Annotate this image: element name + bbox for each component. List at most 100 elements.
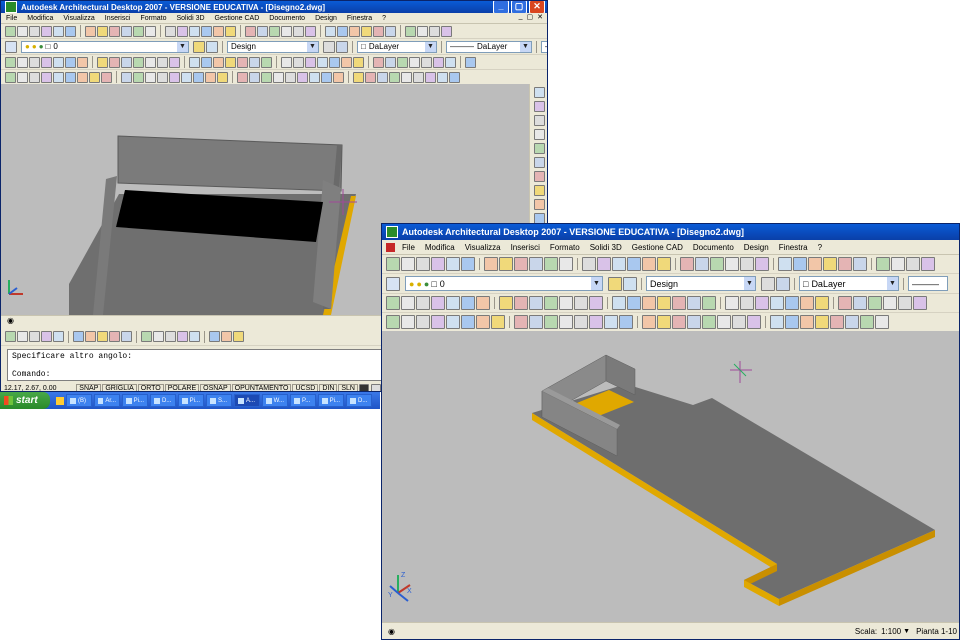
model-space-icon[interactable] [359, 384, 369, 391]
toolbar-tool-icon[interactable] [305, 56, 316, 68]
menu-visualizza[interactable]: Visualizza [58, 15, 99, 22]
toolbar-tool-icon[interactable] [597, 257, 611, 271]
toolbar-tool-icon[interactable] [695, 257, 709, 271]
toolbar-tool-icon[interactable] [333, 71, 344, 83]
toolbar-tool-icon[interactable] [401, 71, 412, 83]
toolbar-tool-icon[interactable] [898, 296, 912, 310]
toolbar-tool-icon[interactable] [800, 315, 814, 329]
toolbar-tool-icon[interactable] [29, 331, 40, 342]
toolbar-tool-icon[interactable] [446, 257, 460, 271]
model-icon[interactable]: ◉ [388, 627, 395, 636]
toolbar-tool-icon[interactable] [672, 315, 686, 329]
toolbar-tool-icon[interactable] [499, 296, 513, 310]
toolbar-tool-icon[interactable] [921, 257, 935, 271]
toolbar-tool-icon[interactable] [534, 157, 545, 168]
toolbar-tool-icon[interactable] [237, 71, 248, 83]
toolbar-tool-icon[interactable] [534, 129, 545, 140]
toolbar-tool-icon[interactable] [860, 315, 874, 329]
menu-file[interactable]: File [1, 15, 22, 22]
toolbar-tool-icon[interactable] [97, 56, 108, 68]
toolbar-tool-icon[interactable] [461, 315, 475, 329]
toolbar-tool-icon[interactable] [405, 25, 416, 37]
toolbar-tool-icon[interactable] [544, 257, 558, 271]
menu-finestra[interactable]: Finestra [774, 243, 813, 252]
display-manager-icon[interactable] [336, 40, 348, 53]
toolbar-tool-icon[interactable] [85, 331, 96, 342]
toolbar-tool-icon[interactable] [875, 315, 889, 329]
toolbar-tool-icon[interactable] [429, 25, 440, 37]
tray-icon[interactable] [371, 384, 381, 391]
toolbar-tool-icon[interactable] [213, 25, 224, 37]
toolbar-tool-icon[interactable] [209, 331, 220, 342]
toolbar-tool-icon[interactable] [417, 25, 428, 37]
toolbar-tool-icon[interactable] [491, 315, 505, 329]
toolbar-tool-icon[interactable] [77, 56, 88, 68]
menu-formato[interactable]: Formato [135, 15, 171, 22]
menu-solidi-3d[interactable]: Solidi 3D [585, 243, 627, 252]
menu-help[interactable]: ? [813, 243, 827, 252]
toolbar-tool-icon[interactable] [445, 56, 456, 68]
toolbar-tool-icon[interactable] [386, 257, 400, 271]
menu-modifica[interactable]: Modifica [22, 15, 58, 22]
toolbar-tool-icon[interactable] [389, 71, 400, 83]
toolbar-tool-icon[interactable] [627, 296, 641, 310]
toolbar-tool-icon[interactable] [534, 87, 545, 98]
toolbar-tool-icon[interactable] [431, 257, 445, 271]
toolbar-tool-icon[interactable] [165, 331, 176, 342]
toolbar-tool-icon[interactable] [361, 25, 372, 37]
toolbar-tool-icon[interactable] [213, 56, 224, 68]
toolbar-tool-icon[interactable] [133, 56, 144, 68]
toolbar-tool-icon[interactable] [401, 315, 415, 329]
close-button[interactable]: ✕ [529, 1, 545, 14]
layer-manager-icon[interactable] [386, 276, 400, 291]
display-config-icon[interactable] [761, 276, 775, 291]
toolbar-tool-icon[interactable] [17, 71, 28, 83]
toolbar-tool-icon[interactable] [317, 56, 328, 68]
toolbar-tool-icon[interactable] [29, 71, 40, 83]
lineweight-combo[interactable]: —— Da [541, 40, 547, 53]
layer-previous-icon[interactable] [206, 40, 218, 53]
toolbar-tool-icon[interactable] [65, 25, 76, 37]
toolbar-tool-icon[interactable] [65, 56, 76, 68]
menu-modifica[interactable]: Modifica [420, 243, 460, 252]
toolbar-tool-icon[interactable] [249, 56, 260, 68]
layer-combo[interactable]: ● ● ● □ 0 ▼ [21, 40, 189, 53]
toolbar-tool-icon[interactable] [544, 315, 558, 329]
toolbar-tool-icon[interactable] [589, 296, 603, 310]
toolbar-tool-icon[interactable] [145, 71, 156, 83]
toolbar-tool-icon[interactable] [133, 71, 144, 83]
toolbar-tool-icon[interactable] [401, 296, 415, 310]
taskbar-item[interactable]: S... [206, 394, 232, 407]
toolbar-tool-icon[interactable] [476, 315, 490, 329]
toolbar-tool-icon[interactable] [41, 25, 52, 37]
toolbar-tool-icon[interactable] [441, 25, 452, 37]
toolbar-tool-icon[interactable] [85, 25, 96, 37]
toolbar-tool-icon[interactable] [431, 315, 445, 329]
toolbar-tool-icon[interactable] [793, 257, 807, 271]
toolbar-tool-icon[interactable] [121, 331, 132, 342]
toolbar-tool-icon[interactable] [349, 25, 360, 37]
toolbar-tool-icon[interactable] [808, 257, 822, 271]
toolbar-tool-icon[interactable] [329, 56, 340, 68]
ortho-toggle[interactable]: ORTO [137, 383, 164, 391]
toolbar-tool-icon[interactable] [73, 331, 84, 342]
toolbar-tool-icon[interactable] [165, 25, 176, 37]
toolbar-tool-icon[interactable] [101, 71, 112, 83]
scale-value[interactable]: 1:100 [881, 627, 901, 636]
chevron-down-icon[interactable]: ▼ [887, 277, 898, 290]
model-icon[interactable]: ◉ [7, 316, 14, 325]
menu-inserisci[interactable]: Inserisci [100, 15, 136, 22]
toolbar-tool-icon[interactable] [710, 257, 724, 271]
toolbar-tool-icon[interactable] [514, 296, 528, 310]
toolbar-tool-icon[interactable] [109, 331, 120, 342]
style-combo[interactable]: Design ▼ [646, 276, 756, 291]
menu-finestra[interactable]: Finestra [342, 15, 377, 22]
taskbar-item[interactable]: D... [150, 394, 176, 407]
toolbar-tool-icon[interactable] [433, 56, 444, 68]
toolbar-tool-icon[interactable] [321, 71, 332, 83]
toolbar-tool-icon[interactable] [41, 56, 52, 68]
toolbar-tool-icon[interactable] [245, 25, 256, 37]
toolbar-tool-icon[interactable] [416, 315, 430, 329]
toolbar-tool-icon[interactable] [770, 315, 784, 329]
toolbar-tool-icon[interactable] [416, 257, 430, 271]
